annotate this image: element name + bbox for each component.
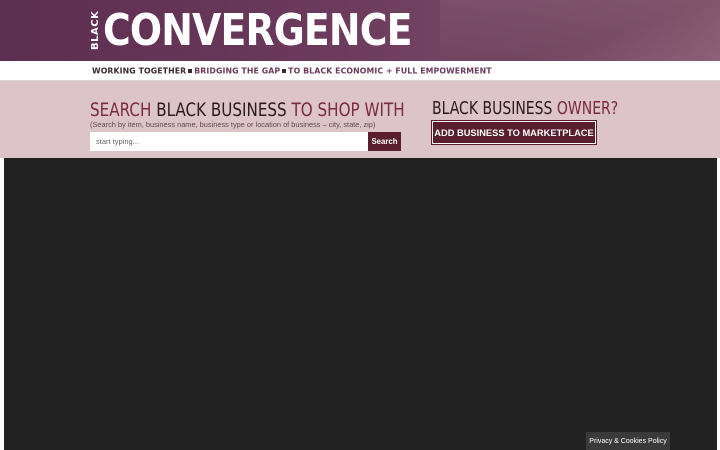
search-input[interactable] (90, 132, 368, 151)
main-content-area (4, 158, 717, 450)
search-heading-part-3: TO SHOP WITH (286, 100, 405, 121)
tagline: WORKING TOGETHER BRIDGING THE GAP TO BLACK… (92, 66, 492, 76)
owner-heading-part-2: OWNER? (552, 99, 619, 119)
search-heading-part-1: SEARCH (90, 100, 157, 121)
logo-main-text: CONVERGENCE (103, 5, 412, 56)
site-header: BLACK CONVERGENCE (0, 0, 720, 61)
privacy-cookies-button[interactable]: Privacy & Cookies Policy (586, 432, 670, 450)
search-heading: SEARCH BLACK BUSINESS TO SHOP WITH (90, 100, 405, 121)
tagline-part-3: TO BLACK ECONOMIC + FULL EMPOWERMENT (288, 66, 492, 76)
tagline-bar: WORKING TOGETHER BRIDGING THE GAP TO BLACK… (0, 61, 720, 81)
search-button[interactable]: Search (368, 132, 401, 151)
add-business-button[interactable]: ADD BUSINESS TO MARKETPLACE (431, 120, 597, 145)
search-heading-part-2: BLACK BUSINESS (156, 100, 287, 121)
square-bullet-icon (282, 69, 287, 73)
square-bullet-icon (188, 69, 193, 73)
owner-heading-part-1: BLACK BUSINESS (432, 99, 553, 119)
tagline-part-1: WORKING TOGETHER (92, 66, 187, 76)
search-section: SEARCH BLACK BUSINESS TO SHOP WITH (Sear… (0, 81, 720, 158)
logo-small-text: BLACK (90, 10, 101, 50)
search-hint: (Search by item, business name, business… (90, 120, 376, 129)
owner-heading: BLACK BUSINESS OWNER? (432, 99, 618, 119)
tagline-part-2: BRIDGING THE GAP (194, 66, 281, 76)
